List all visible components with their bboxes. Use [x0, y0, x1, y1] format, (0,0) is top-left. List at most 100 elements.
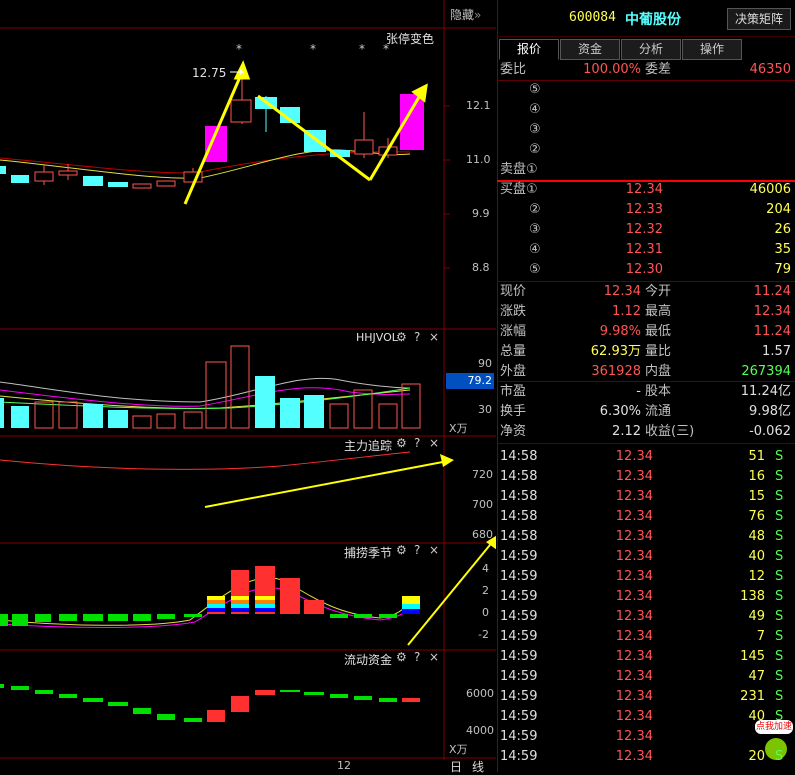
bid-level-row[interactable]: ⑤ 12.30 79 [497, 260, 795, 280]
tab-funds[interactable]: 资金 [560, 39, 620, 60]
candle [34, 171, 54, 182]
bid-level-label: ③ [529, 222, 541, 237]
tick-volume: 7 [756, 629, 765, 644]
gear-icon[interactable]: ⚙ [396, 330, 407, 344]
tick-side: S [775, 569, 784, 584]
tick-row: 14:58 12.34 51 S [497, 447, 795, 467]
gear-icon[interactable]: ⚙ [396, 543, 407, 557]
tick-row: 14:59 12.34 145 S [497, 647, 795, 667]
tick-row: 14:59 12.34 49 S [497, 607, 795, 627]
ask-level-label: ④ [529, 102, 541, 117]
stock-header: 600084 中葡股份 决策矩阵 [497, 0, 795, 37]
tick-price: 12.34 [615, 549, 653, 564]
bid-price: 12.32 [625, 222, 663, 237]
ask-level-row: ④ [497, 100, 795, 120]
tick-volume: 40 [748, 709, 765, 724]
gear-icon[interactable]: ⚙ [396, 436, 407, 450]
tick-side: S [775, 669, 784, 684]
tick-time: 14:59 [500, 729, 538, 744]
tab-operate[interactable]: 操作 [682, 39, 742, 60]
y-tick: 30 [478, 403, 492, 416]
quote-label: 最低 [645, 324, 672, 339]
bid-volume: 26 [774, 222, 791, 237]
bid-level-row[interactable]: ④ 12.31 35 [497, 240, 795, 260]
tick-side: S [775, 549, 784, 564]
help-icon[interactable]: ? [414, 650, 420, 664]
quote-label: 现价 [500, 284, 527, 299]
tick-row: 14:58 12.34 15 S [497, 487, 795, 507]
finance-row: 换手 6.30% 流通 9.98亿 [497, 402, 795, 422]
close-icon[interactable]: × [429, 543, 439, 557]
bid-level-row[interactable]: ③ 12.32 26 [497, 220, 795, 240]
tick-time: 14:59 [500, 549, 538, 564]
tick-side: S [775, 469, 784, 484]
quote-row: 涨跌 1.12 最高 12.34 [497, 302, 795, 322]
bid-level-row[interactable]: ② 12.33 204 [497, 200, 795, 220]
tick-time: 14:58 [500, 529, 538, 544]
tick-price: 12.34 [615, 649, 653, 664]
candle [354, 139, 374, 155]
finance-label: 市盈 [500, 384, 527, 399]
tick-side: S [775, 689, 784, 704]
y-tick: 2 [482, 584, 489, 597]
tick-price: 12.34 [615, 569, 653, 584]
tick-side: S [775, 509, 784, 524]
help-icon[interactable]: ? [414, 543, 420, 557]
finance-value: 6.30% [599, 404, 641, 419]
tick-time: 14:59 [500, 689, 538, 704]
tick-price: 12.34 [615, 529, 653, 544]
finance-value: 9.98亿 [749, 404, 791, 419]
period-tab-line[interactable]: 线 [472, 758, 484, 775]
tab-quote[interactable]: 报价 [499, 39, 559, 60]
season-indicator-title: 捕捞季节 [344, 546, 393, 560]
stock-code: 600084 [569, 10, 616, 25]
bid-volume: 46006 [749, 182, 791, 197]
quote-label: 总量 [500, 344, 527, 359]
ask-level-row: ⑤ [497, 80, 795, 100]
tick-volume: 12 [748, 569, 765, 584]
bid-price: 12.30 [625, 262, 663, 277]
tick-row: 14:59 12.34 138 S [497, 587, 795, 607]
weidiff-value: 46350 [749, 62, 791, 77]
period-tab-day[interactable]: 日 [450, 758, 462, 775]
finance-value: 2.12 [612, 424, 641, 439]
quote-value: 62.93万 [590, 344, 641, 359]
quote-value: 11.24 [753, 284, 791, 299]
ask-level-row: ③ [497, 120, 795, 140]
close-icon[interactable]: × [429, 436, 439, 450]
vol-unit: X万 [449, 422, 468, 435]
quote-row: 现价 12.34 今开 11.24 [497, 282, 795, 302]
close-icon[interactable]: × [429, 650, 439, 664]
tick-price: 12.34 [615, 589, 653, 604]
ask-level-row: 卖盘① [497, 160, 795, 180]
finance-value: -0.062 [749, 424, 791, 439]
main-indicator-title: 张停变色 [386, 32, 435, 46]
ask-level-label: 卖盘① [500, 162, 538, 177]
bid-level-row[interactable]: 买盘① 12.34 46006 [497, 180, 795, 200]
tick-time: 14:58 [500, 509, 538, 524]
tick-time: 14:59 [500, 589, 538, 604]
help-icon[interactable]: ? [414, 436, 420, 450]
tab-analysis[interactable]: 分析 [621, 39, 681, 60]
y-tick: 4000 [466, 724, 494, 737]
y-tick: 720 [472, 468, 493, 481]
y-tick: 11.0 [466, 153, 491, 166]
hide-button[interactable]: 隐藏» [450, 6, 481, 23]
weibi-row: 委比 100.00% 委差 46350 [497, 60, 795, 80]
kline-chart-area[interactable]: 隐藏» 张停变色 12.75 * * * * 12.1 11.0 9.9 8.8… [0, 0, 496, 775]
flow-unit: X万 [449, 743, 468, 756]
decision-matrix-button[interactable]: 决策矩阵 [727, 8, 791, 30]
help-icon[interactable]: ? [414, 330, 420, 344]
tick-price: 12.34 [615, 509, 653, 524]
close-icon[interactable]: × [429, 330, 439, 344]
gear-icon[interactable]: ⚙ [396, 650, 407, 664]
y-tick: -2 [478, 628, 489, 641]
y-tick: 12.1 [466, 99, 491, 112]
ask-level-label: ③ [529, 122, 541, 137]
tick-time: 14:59 [500, 749, 538, 764]
quote-value: 11.24 [753, 324, 791, 339]
tick-time: 14:59 [500, 569, 538, 584]
tick-volume: 20 [748, 749, 765, 764]
candle [11, 175, 29, 183]
finance-label: 收益(三) [645, 424, 695, 439]
